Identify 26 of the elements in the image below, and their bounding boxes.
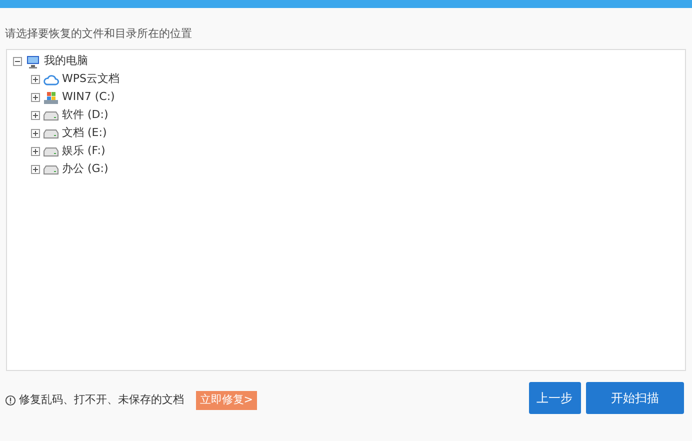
expand-toggle[interactable] <box>31 147 40 156</box>
tree-item-label[interactable]: WIN7 (C:) <box>62 89 115 106</box>
collapse-toggle[interactable] <box>13 57 22 66</box>
notice-text: 修复乱码、打不开、未保存的文档 <box>18 392 184 408</box>
tree-item-label[interactable]: WPS云文档 <box>62 71 120 88</box>
expand-toggle[interactable] <box>31 93 40 102</box>
expand-toggle[interactable] <box>31 111 40 120</box>
tree-item-label[interactable]: 我的电脑 <box>44 53 88 70</box>
drive-icon <box>43 90 59 104</box>
expand-toggle[interactable] <box>31 75 40 84</box>
tree-item-label[interactable]: 文档 (E:) <box>62 125 107 142</box>
expand-toggle[interactable] <box>31 165 40 174</box>
back-button[interactable]: 上一步 <box>528 382 580 414</box>
computer-icon <box>25 54 41 68</box>
start-scan-button[interactable]: 开始扫描 <box>586 382 684 414</box>
tree-item-label[interactable]: 软件 (D:) <box>62 107 108 124</box>
cloud-icon <box>43 74 59 86</box>
drive-icon <box>43 110 59 120</box>
drive-icon <box>43 146 59 156</box>
info-icon <box>5 395 16 406</box>
tree-item-label[interactable]: 娱乐 (F:) <box>62 143 106 160</box>
expand-toggle[interactable] <box>31 129 40 138</box>
drive-icon <box>43 128 59 138</box>
instruction-text: 请选择要恢复的文件和目录所在的位置 <box>5 27 192 40</box>
drive-icon <box>43 164 59 174</box>
tree-item-label[interactable]: 办公 (G:) <box>62 161 108 178</box>
